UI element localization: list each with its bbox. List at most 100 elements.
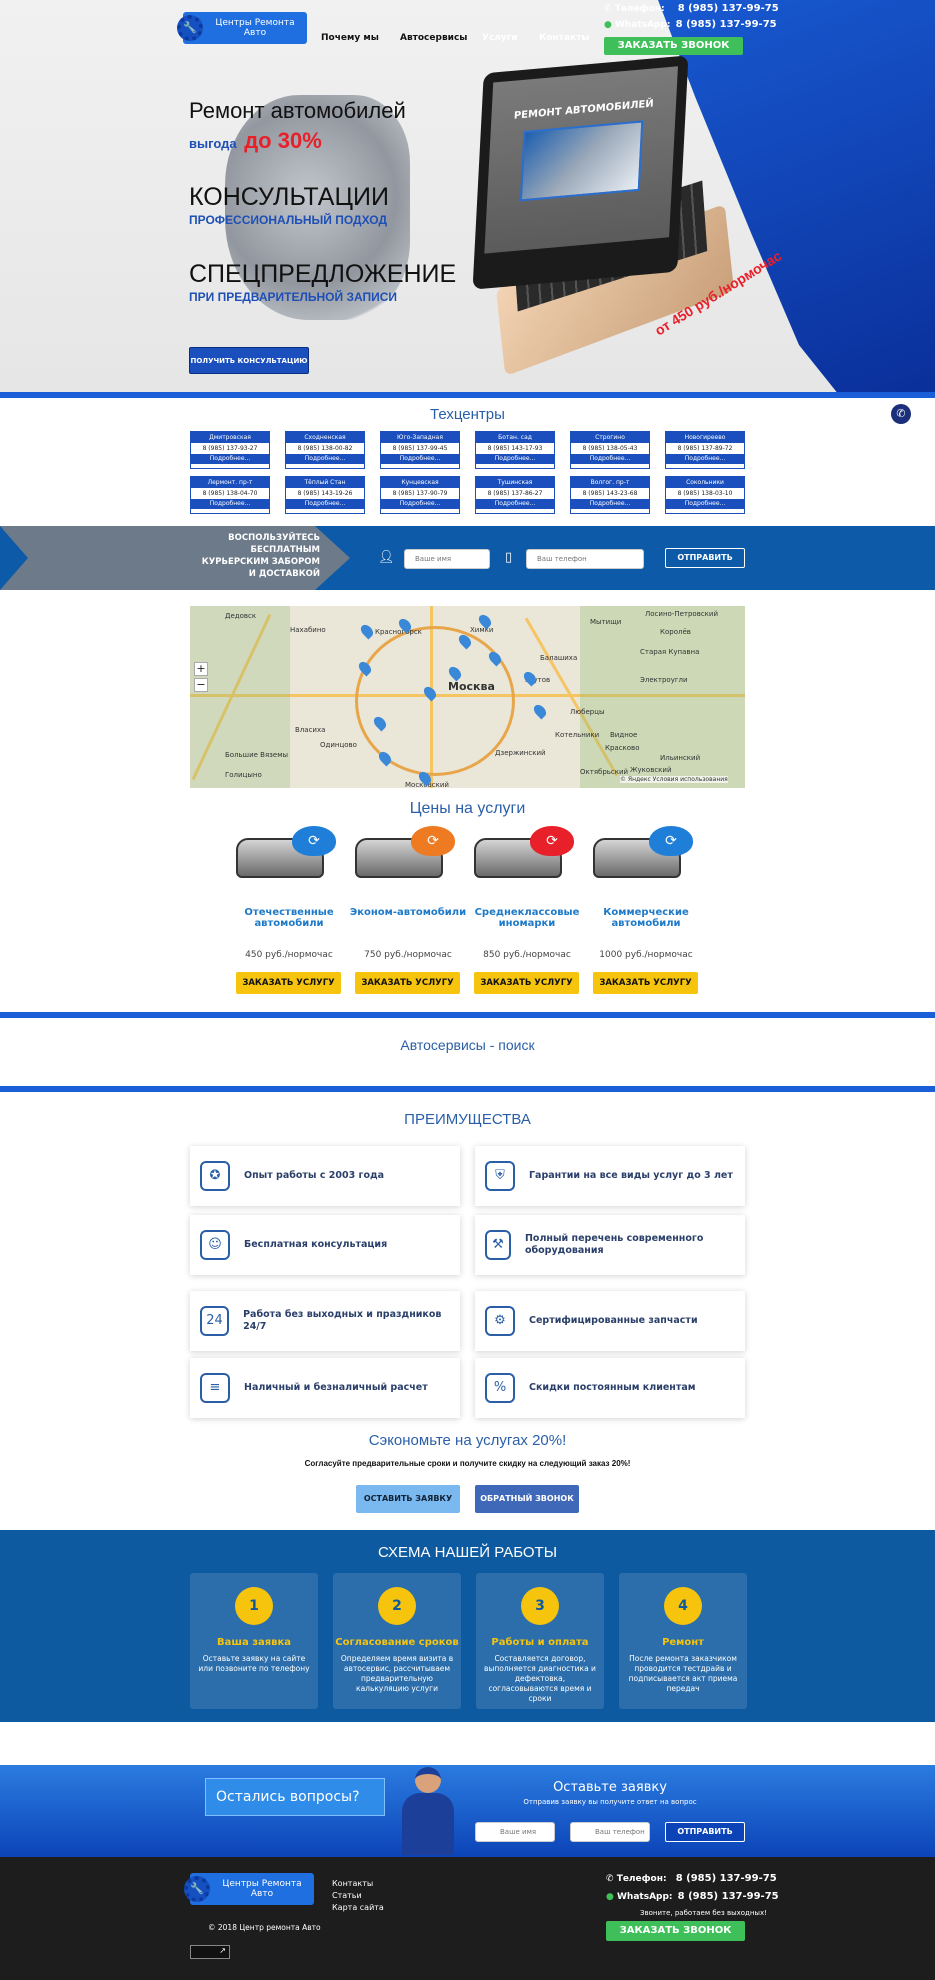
center-more-link[interactable]: Подробнее... — [571, 454, 649, 464]
order-service-button[interactable]: ЗАКАЗАТЬ УСЛУГУ — [593, 972, 698, 994]
questions-phone-input[interactable]: Ваш телефон — [570, 1822, 650, 1842]
center-card[interactable]: Тёплый Стан 8 (985) 143-19-26 Подробнее... — [285, 476, 365, 514]
center-phone[interactable]: 8 (985) 143-23-68 — [571, 488, 649, 499]
center-more-link[interactable]: Подробнее... — [666, 454, 744, 464]
nav-contacts[interactable]: Контакты — [539, 33, 590, 43]
center-phone[interactable]: 8 (985) 137-99-45 — [381, 443, 459, 454]
consult-button[interactable]: ПОЛУЧИТЬ КОНСУЛЬТАЦИЮ — [189, 347, 309, 374]
center-card[interactable]: Новогиреево 8 (985) 137-89-72 Подробнее... — [665, 431, 745, 469]
center-more-link[interactable]: Подробнее... — [191, 454, 269, 464]
footer-phone[interactable]: ✆ Телефон: 8 (985) 137-99-75 — [606, 1873, 777, 1884]
questions-send-button[interactable]: ОТПРАВИТЬ — [665, 1822, 745, 1842]
hero-divider — [0, 392, 935, 398]
center-more-link[interactable]: Подробнее... — [286, 454, 364, 464]
map-place-label: Красногорск — [375, 628, 422, 636]
courier-send-button[interactable]: ОТПРАВИТЬ — [665, 548, 745, 568]
center-phone[interactable]: 8 (985) 138-05-43 — [571, 443, 649, 454]
callback-button[interactable]: ОБРАТНЫЙ ЗВОНОК — [475, 1485, 579, 1513]
landing-page: 🔧 Центры Ремонта Авто Почему мы Автосерв… — [0, 0, 935, 1980]
laptop-screen-title: РЕМОНТ АВТОМОБИЛЕЙ — [513, 98, 654, 122]
center-card[interactable]: Ботан. сад 8 (985) 143-17-93 Подробнее... — [475, 431, 555, 469]
center-name: Новогиреево — [666, 432, 744, 443]
step-description: Определяем время визита в автосервис, ра… — [340, 1654, 454, 1693]
advantage-text: Бесплатная консультация — [244, 1239, 388, 1250]
center-more-link[interactable]: Подробнее... — [571, 499, 649, 509]
center-card[interactable]: Лермонт. пр-т 8 (985) 138-04-70 Подробнее.… — [190, 476, 270, 514]
center-card[interactable]: Сокольники 8 (985) 138-03-10 Подробнее... — [665, 476, 745, 514]
map-pin-icon[interactable] — [358, 622, 376, 640]
advantage-card: ⛨ Гарантии на все виды услуг до 3 лет — [475, 1146, 745, 1206]
center-phone[interactable]: 8 (985) 143-17-93 — [476, 443, 554, 454]
nav-why-us[interactable]: Почему мы — [321, 33, 379, 43]
zoom-out-button[interactable]: − — [194, 678, 208, 692]
center-more-link[interactable]: Подробнее... — [476, 499, 554, 509]
hero-line3: КОНСУЛЬТАЦИИ — [189, 183, 389, 211]
questions-subtitle: Отправив заявку вы получите ответ на воп… — [523, 1798, 697, 1806]
hero-line6: ПРИ ПРЕДВАРИТЕЛЬНОЙ ЗАПИСИ — [189, 290, 398, 304]
footer-logo[interactable]: 🔧 Центры Ремонта Авто — [184, 1873, 314, 1905]
hero-line4: ПРОФЕССИОНАЛЬНЫЙ ПОДХОД — [189, 213, 388, 227]
header-callback-button[interactable]: ЗАКАЗАТЬ ЗВОНОК — [604, 37, 743, 55]
footer-link-contacts[interactable]: Контакты — [332, 1879, 373, 1888]
center-card[interactable]: Кунцевская 8 (985) 137-90-79 Подробнее... — [380, 476, 460, 514]
nav-autoservices[interactable]: Автосервисы — [400, 33, 467, 43]
courier-name-input[interactable]: Ваше имя — [404, 549, 490, 569]
center-card[interactable]: Тушинская 8 (985) 137-86-27 Подробнее... — [475, 476, 555, 514]
order-service-button[interactable]: ЗАКАЗАТЬ УСЛУГУ — [355, 972, 460, 994]
whatsapp-icon: ● — [606, 1892, 617, 1902]
discount-icon: % — [485, 1373, 515, 1403]
step-number-gear-icon: 1 — [235, 1587, 273, 1625]
center-more-link[interactable]: Подробнее... — [476, 454, 554, 464]
footer-whatsapp[interactable]: ● WhatsApp: 8 (985) 137-99-75 — [606, 1891, 779, 1902]
questions-name-input[interactable]: Ваше имя — [475, 1822, 555, 1842]
footer-callback-button[interactable]: ЗАКАЗАТЬ ЗВОНОК — [606, 1921, 745, 1941]
center-card[interactable]: Волгог. пр-т 8 (985) 143-23-68 Подробнее..… — [570, 476, 650, 514]
scheme-step: 4 Ремонт После ремонта заказчиком проводит… — [619, 1573, 747, 1709]
transmission-image: ⟳ — [355, 826, 460, 881]
nav-services[interactable]: Услуги — [482, 33, 518, 43]
center-more-link[interactable]: Подробнее... — [666, 499, 744, 509]
center-phone[interactable]: 8 (985) 138-00-82 — [286, 443, 364, 454]
center-phone[interactable]: 8 (985) 138-03-10 — [666, 488, 744, 499]
order-service-button[interactable]: ЗАКАЗАТЬ УСЛУГУ — [474, 972, 579, 994]
center-name: Сходненская — [286, 432, 364, 443]
counter-badge[interactable]: ↗ — [190, 1945, 230, 1959]
center-more-link[interactable]: Подробнее... — [381, 499, 459, 509]
site-logo[interactable]: 🔧 Центры Ремонта Авто — [177, 12, 307, 44]
header-whatsapp[interactable]: ● WhatsApp: 8 (985) 137-99-75 — [604, 19, 777, 30]
floating-phone-icon[interactable]: ✆ — [891, 404, 911, 424]
shield-icon: ⛨ — [485, 1161, 515, 1191]
courier-text: ВОСПОЛЬЗУЙТЕСЬ БЕСПЛАТНЫМ КУРЬЕРСКИМ ЗАБ… — [201, 533, 320, 579]
service-title: Среднеклассовые иномарки — [474, 907, 580, 929]
center-phone[interactable]: 8 (985) 137-93-27 — [191, 443, 269, 454]
map-attribution[interactable]: © Яндекс Условия использования — [620, 776, 728, 783]
center-phone[interactable]: 8 (985) 137-90-79 — [381, 488, 459, 499]
footer-link-articles[interactable]: Статьи — [332, 1891, 362, 1900]
leave-request-button[interactable]: ОСТАВИТЬ ЗАЯВКУ — [356, 1485, 460, 1513]
center-card[interactable]: Дмитровская 8 (985) 137-93-27 Подробнее... — [190, 431, 270, 469]
step-title: Работы и оплата — [491, 1637, 589, 1648]
scheme-step: 3 Работы и оплата Составляется договор, вы… — [476, 1573, 604, 1709]
step-description: Составляется договор, выполняется диагно… — [484, 1654, 596, 1703]
map-place-label: Балашиха — [540, 654, 578, 662]
award-icon: ✪ — [200, 1161, 230, 1191]
center-more-link[interactable]: Подробнее... — [191, 499, 269, 509]
courier-phone-input[interactable]: Ваш телефон — [526, 549, 644, 569]
center-phone[interactable]: 8 (985) 137-89-72 — [666, 443, 744, 454]
map-place-label: Дедовск — [225, 612, 257, 620]
footer-link-sitemap[interactable]: Карта сайта — [332, 1903, 384, 1912]
header-phone[interactable]: ✆ Телефон: 8 (985) 137-99-75 — [604, 3, 779, 14]
zoom-in-button[interactable]: + — [194, 662, 208, 676]
center-card[interactable]: Сходненская 8 (985) 138-00-82 Подробнее... — [285, 431, 365, 469]
save-text: Согласуйте предварительные сроки и получ… — [304, 1459, 631, 1468]
center-card[interactable]: Строгино 8 (985) 138-05-43 Подробнее... — [570, 431, 650, 469]
center-card[interactable]: Юго-Западная 8 (985) 137-99-45 Подробнее..… — [380, 431, 460, 469]
order-service-button[interactable]: ЗАКАЗАТЬ УСЛУГУ — [236, 972, 341, 994]
center-phone[interactable]: 8 (985) 138-04-70 — [191, 488, 269, 499]
center-phone[interactable]: 8 (985) 137-86-27 — [476, 488, 554, 499]
center-more-link[interactable]: Подробнее... — [286, 499, 364, 509]
map[interactable]: Дедовск Нахабино Красногорск Химки Мытищи Лос… — [190, 606, 745, 788]
map-pin-icon[interactable] — [531, 702, 549, 720]
center-more-link[interactable]: Подробнее... — [381, 454, 459, 464]
center-phone[interactable]: 8 (985) 143-19-26 — [286, 488, 364, 499]
